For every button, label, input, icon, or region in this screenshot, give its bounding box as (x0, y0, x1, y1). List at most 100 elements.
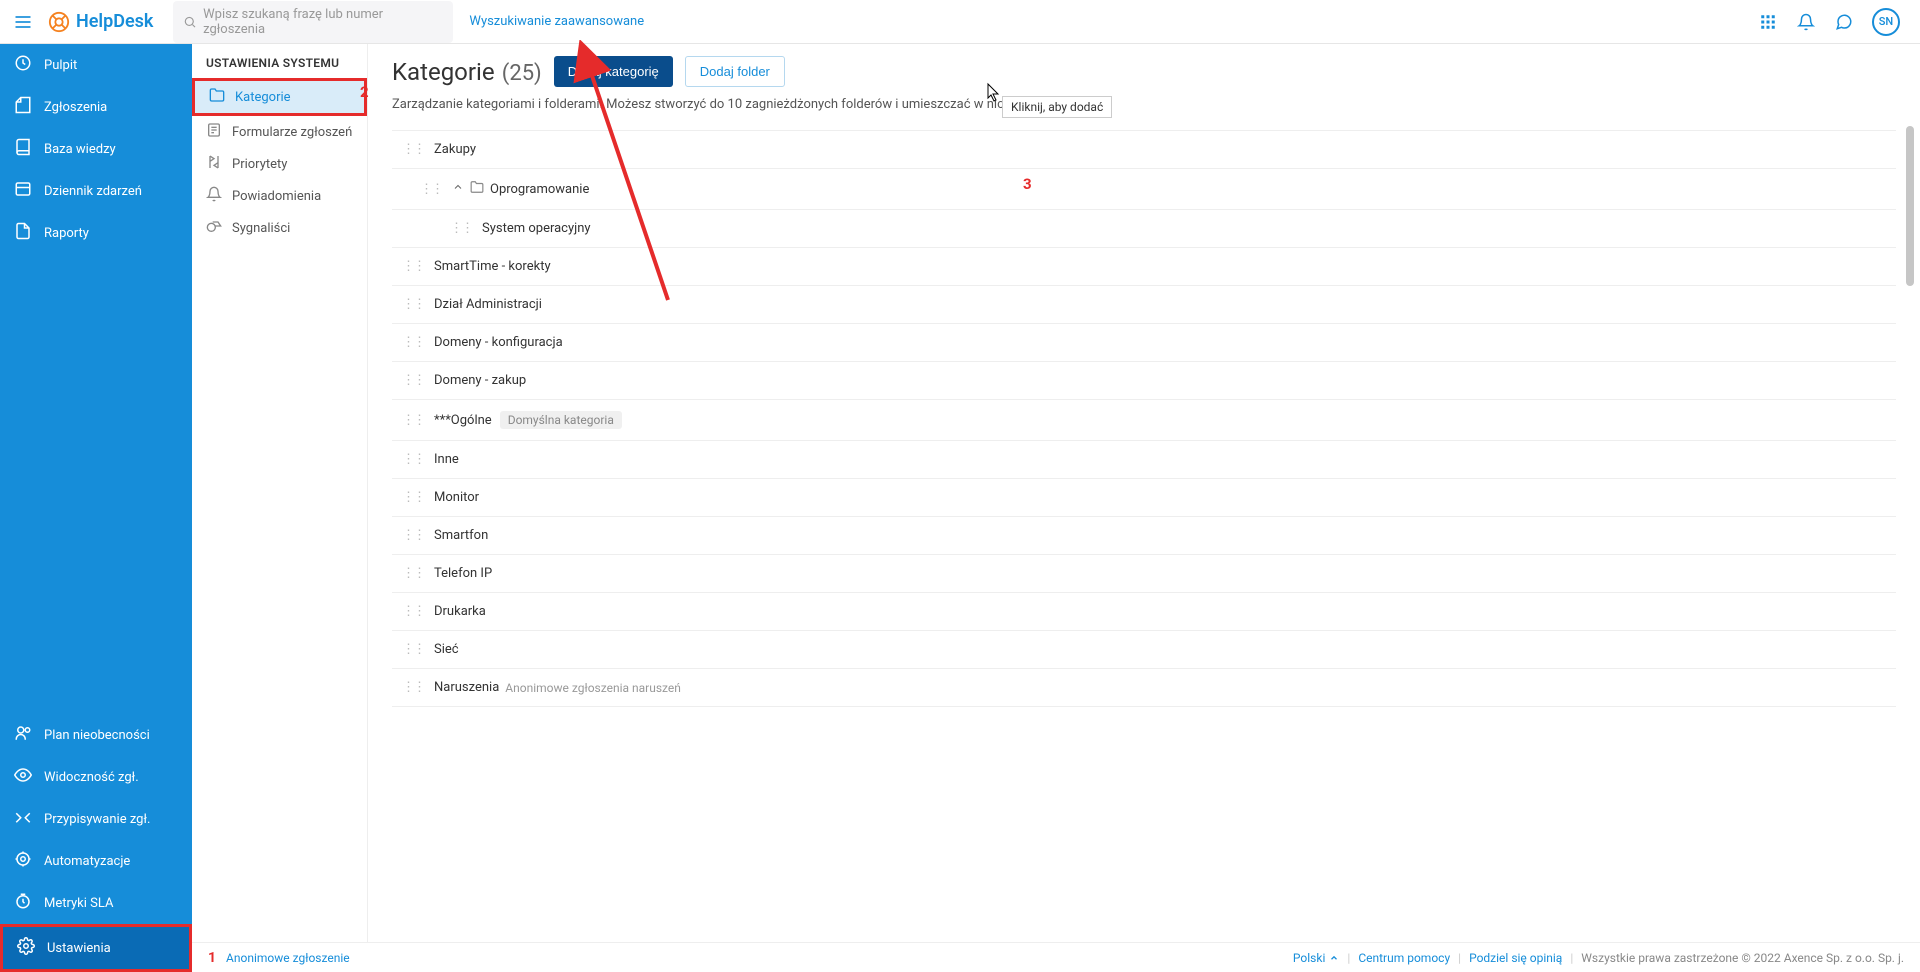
bell-icon[interactable] (1796, 12, 1816, 32)
drag-handle-icon[interactable]: ⋮⋮ (402, 680, 424, 695)
category-label: SmartTime - korekty (434, 259, 551, 274)
settings-icon (17, 937, 47, 959)
nav-label: Automatyzacje (44, 854, 130, 869)
drag-handle-icon[interactable]: ⋮⋮ (420, 182, 442, 197)
category-row[interactable]: ⋮⋮ Smartfon (392, 517, 1896, 555)
lifebuoy-icon (48, 11, 70, 33)
advanced-search-link[interactable]: Wyszukiwanie zaawansowane (469, 14, 644, 29)
folder-icon (209, 87, 235, 107)
category-row[interactable]: ⋮⋮***OgólneDomyślna kategoria (392, 400, 1896, 441)
drag-handle-icon[interactable]: ⋮⋮ (402, 566, 424, 581)
assign-icon (14, 808, 44, 830)
category-label: Zakupy (434, 142, 476, 157)
copyright: Wszystkie prawa zastrzeżone © 2022 Axenc… (1581, 951, 1904, 965)
category-label: ***Ogólne (434, 413, 492, 428)
drag-handle-icon[interactable]: ⋮⋮ (402, 604, 424, 619)
category-row[interactable]: ⋮⋮ Sieć (392, 631, 1896, 669)
drag-handle-icon[interactable]: ⋮⋮ (402, 528, 424, 543)
submenu-title: USTAWIENIA SYSTEMU (192, 56, 367, 78)
journal-icon (14, 180, 44, 202)
category-row[interactable]: ⋮⋮ Drukarka (392, 593, 1896, 631)
submenu-item-form[interactable]: Formularze zgłoszeń (192, 116, 367, 148)
category-row[interactable]: ⋮⋮Oprogramowanie (392, 169, 1896, 210)
category-label: Monitor (434, 490, 479, 505)
nav-item-visibility[interactable]: Widoczność zgł. (0, 756, 192, 798)
category-label: Inne (434, 452, 459, 467)
feedback-link[interactable]: Podziel się opinią (1469, 951, 1562, 965)
category-row[interactable]: ⋮⋮ System operacyjny (392, 210, 1896, 248)
search-placeholder: Wpisz szukaną frazę lub numer zgłoszenia (203, 7, 443, 37)
hamburger-menu[interactable] (10, 9, 36, 35)
drag-handle-icon[interactable]: ⋮⋮ (402, 642, 424, 657)
drag-handle-icon[interactable]: ⋮⋮ (402, 373, 424, 388)
drag-handle-icon[interactable]: ⋮⋮ (402, 490, 424, 505)
submenu-item-bell[interactable]: Powiadomienia (192, 180, 367, 212)
nav-item-absence[interactable]: Plan nieobecności (0, 714, 192, 756)
category-label: Drukarka (434, 604, 486, 619)
nav-item-dashboard[interactable]: Pulpit (0, 44, 192, 86)
apps-icon[interactable] (1758, 12, 1778, 32)
category-row[interactable]: ⋮⋮ Zakupy (392, 131, 1896, 169)
tickets-icon (14, 96, 44, 118)
category-row[interactable]: ⋮⋮NaruszeniaAnonimowe zgłoszenia narusze… (392, 669, 1896, 707)
category-list: ⋮⋮Zakupy⋮⋮Oprogramowanie⋮⋮System operacy… (392, 130, 1896, 740)
chat-icon[interactable] (1834, 12, 1854, 32)
nav-label: Zgłoszenia (44, 100, 107, 115)
nav-label: Pulpit (44, 58, 77, 73)
nav-item-assign[interactable]: Przypisywanie zgł. (0, 798, 192, 840)
nav-item-journal[interactable]: Dziennik zdarzeń (0, 170, 192, 212)
category-row[interactable]: ⋮⋮Domeny - zakup (392, 362, 1896, 400)
drag-handle-icon[interactable]: ⋮⋮ (450, 221, 472, 236)
knowledge-icon (14, 138, 44, 160)
automation-icon (14, 850, 44, 872)
category-row[interactable]: ⋮⋮Telefon IP (392, 555, 1896, 593)
category-label: Sieć (434, 642, 459, 657)
chevron-down-icon[interactable] (452, 181, 464, 197)
nav-label: Metryki SLA (44, 896, 113, 911)
submenu-item-whistle[interactable]: Sygnaliści (192, 212, 367, 244)
drag-handle-icon[interactable]: ⋮⋮ (402, 259, 424, 274)
search-icon (183, 15, 197, 29)
cursor-icon (986, 82, 1004, 102)
nav-item-settings[interactable]: Ustawienia (0, 924, 192, 972)
annotation-2: 2 (360, 83, 369, 101)
category-label: Domeny - konfiguracja (434, 335, 563, 350)
nav-item-automation[interactable]: Automatyzacje (0, 840, 192, 882)
submenu-label: Kategorie (235, 90, 291, 105)
scrollbar[interactable] (1906, 126, 1914, 932)
search-input[interactable]: Wpisz szukaną frazę lub numer zgłoszenia (173, 1, 453, 43)
submenu-item-folder[interactable]: Kategorie (192, 78, 367, 116)
category-row[interactable]: ⋮⋮ Domeny - konfiguracja (392, 324, 1896, 362)
drag-handle-icon[interactable]: ⋮⋮ (402, 413, 424, 428)
submenu-item-priority[interactable]: Priorytety (192, 148, 367, 180)
category-row[interactable]: ⋮⋮ Monitor (392, 479, 1896, 517)
category-row[interactable]: ⋮⋮Dział Administracji (392, 286, 1896, 324)
add-folder-button[interactable]: Dodaj folder (685, 56, 785, 87)
absence-icon (14, 724, 44, 746)
nav-item-knowledge[interactable]: Baza wiedzy (0, 128, 192, 170)
category-row[interactable]: ⋮⋮ Inne (392, 441, 1896, 479)
category-label: System operacyjny (482, 221, 591, 236)
nav-item-sla[interactable]: Metryki SLA (0, 882, 192, 924)
drag-handle-icon[interactable]: ⋮⋮ (402, 297, 424, 312)
folder-icon (470, 180, 484, 198)
submenu-label: Priorytety (232, 157, 287, 172)
add-category-button[interactable]: Dodaj kategorię (554, 56, 673, 87)
anonymous-report-link[interactable]: Anonimowe zgłoszenie (226, 951, 350, 965)
reports-icon (14, 222, 44, 244)
category-row[interactable]: ⋮⋮ SmartTime - korekty (392, 248, 1896, 286)
scrollbar-thumb[interactable] (1906, 126, 1914, 286)
language-selector[interactable]: Polski (1293, 951, 1339, 965)
nav-item-tickets[interactable]: Zgłoszenia (0, 86, 192, 128)
user-avatar[interactable]: SN (1872, 8, 1900, 36)
nav-label: Plan nieobecności (44, 728, 150, 743)
drag-handle-icon[interactable]: ⋮⋮ (402, 142, 424, 157)
drag-handle-icon[interactable]: ⋮⋮ (402, 452, 424, 467)
category-label: Smartfon (434, 528, 488, 543)
sla-icon (14, 892, 44, 914)
help-center-link[interactable]: Centrum pomocy (1358, 951, 1450, 965)
nav-label: Przypisywanie zgł. (44, 812, 150, 827)
drag-handle-icon[interactable]: ⋮⋮ (402, 335, 424, 350)
app-logo[interactable]: HelpDesk (48, 11, 153, 33)
nav-item-reports[interactable]: Raporty (0, 212, 192, 254)
